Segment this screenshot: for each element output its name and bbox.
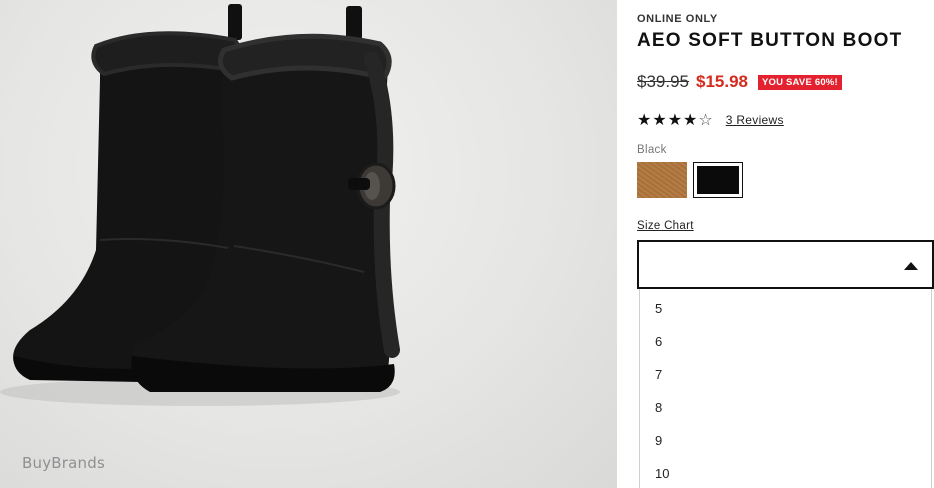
size-option[interactable]: 6 (640, 322, 931, 355)
rating-row: ★★★★☆ 3 Reviews (637, 110, 784, 129)
size-option[interactable]: 9 (640, 421, 931, 454)
star-rating: ★★★★☆ (637, 110, 714, 129)
color-swatches (637, 162, 743, 198)
color-swatch-cognac[interactable] (637, 162, 687, 198)
star-empty-icon: ☆ (698, 110, 714, 129)
size-dropdown-list: 5 6 7 8 9 10 (639, 289, 932, 488)
size-option[interactable]: 5 (640, 289, 931, 322)
star-filled-icon: ★ (683, 110, 699, 129)
watermark-text: BuyBrands (22, 454, 105, 472)
product-details: ONLINE ONLY AEO SOFT BUTTON BOOT $39.95 … (637, 0, 934, 488)
color-swatch-black[interactable] (693, 162, 743, 198)
savings-badge: YOU SAVE 60%! (758, 74, 842, 90)
price-row: $39.95 $15.98 YOU SAVE 60%! (637, 71, 842, 93)
star-filled-icon: ★ (652, 110, 668, 129)
star-filled-icon: ★ (637, 110, 653, 129)
online-only-label: ONLINE ONLY (637, 13, 718, 25)
size-option[interactable]: 7 (640, 355, 931, 388)
reviews-link[interactable]: 3 Reviews (726, 113, 784, 127)
size-option[interactable]: 8 (640, 388, 931, 421)
size-chart-link[interactable]: Size Chart (637, 220, 694, 232)
selected-color-label: Black (637, 144, 667, 156)
caret-up-icon (904, 262, 918, 270)
product-title: AEO SOFT BUTTON BOOT (637, 30, 903, 51)
size-option[interactable]: 10 (640, 454, 931, 487)
original-price: $39.95 (637, 72, 689, 91)
size-select[interactable] (637, 240, 934, 289)
product-image[interactable]: BuyBrands (0, 0, 617, 488)
sale-price: $15.98 (696, 72, 748, 91)
boots-illustration (0, 4, 400, 406)
star-filled-icon: ★ (667, 110, 684, 129)
